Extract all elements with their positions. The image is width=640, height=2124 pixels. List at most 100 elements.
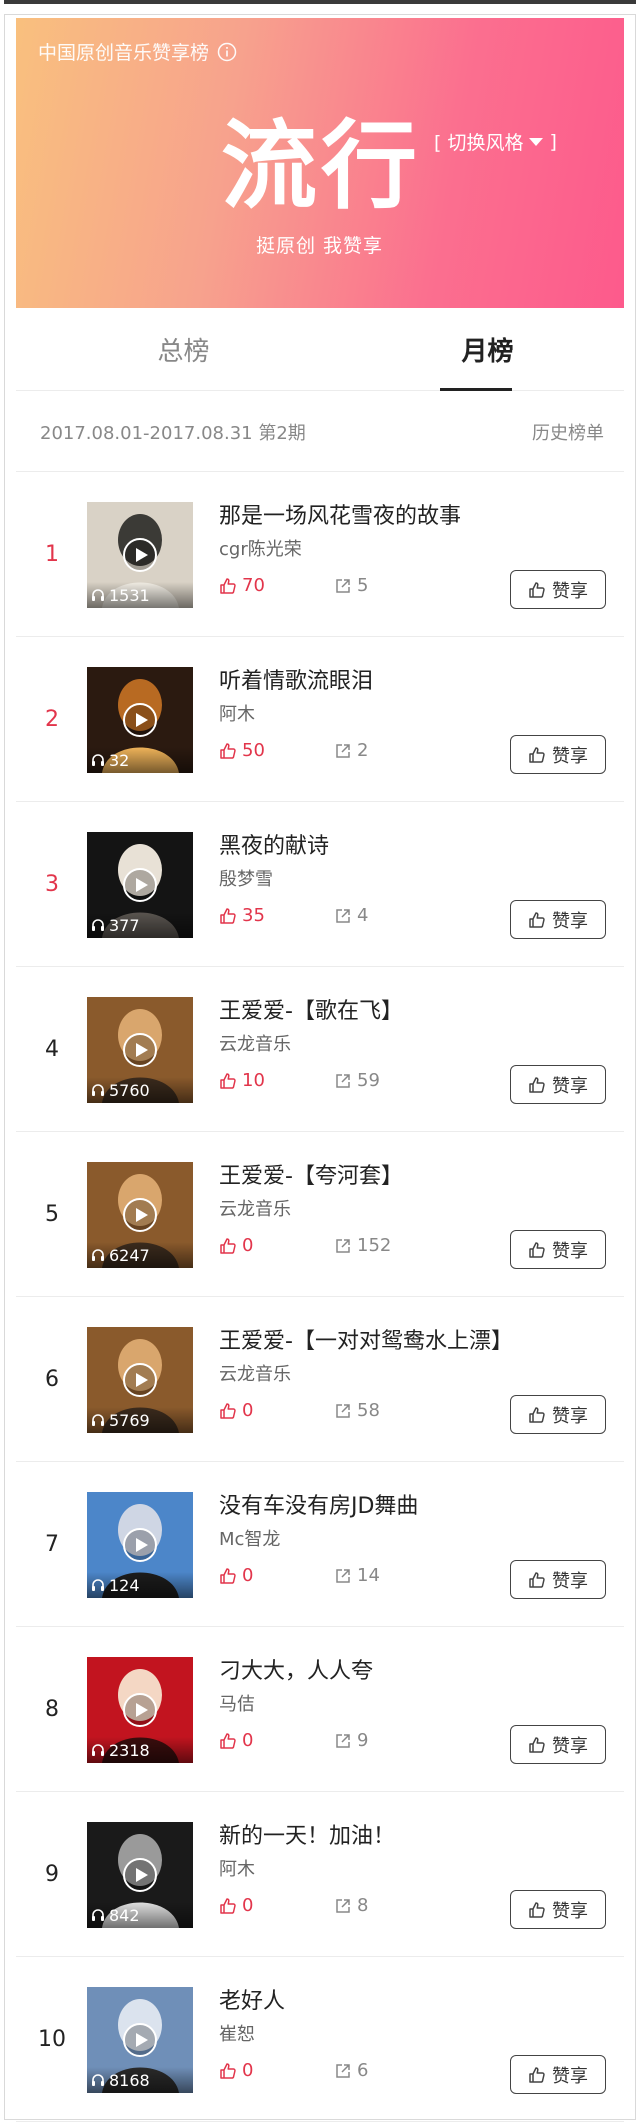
share-count: 2 — [334, 740, 368, 761]
like-share-button[interactable]: 赞享 — [510, 1725, 606, 1764]
history-charts-link[interactable]: 历史榜单 — [532, 419, 604, 445]
play-icon[interactable] — [123, 1033, 157, 1067]
play-icon[interactable] — [123, 1198, 157, 1232]
like-count: 70 — [219, 575, 265, 596]
play-icon[interactable] — [123, 868, 157, 902]
play-count: 32 — [87, 747, 193, 773]
period-text: 2017.08.01-2017.08.31 第2期 — [40, 423, 306, 444]
artist-name[interactable]: 云龙音乐 — [219, 1030, 291, 1056]
artist-name[interactable]: Mc智龙 — [219, 1525, 280, 1551]
song-title[interactable]: 王爱爱-【歌在飞】 — [219, 993, 403, 1025]
play-count-value: 1531 — [109, 585, 150, 605]
play-icon[interactable] — [123, 2023, 157, 2057]
artist-name[interactable]: 马佶 — [219, 1690, 255, 1716]
like-count: 10 — [219, 1070, 265, 1091]
thumbs-up-icon — [219, 1897, 237, 1915]
song-row-1: 1 1531 那是一场风花雪夜的故事 cgr陈光荣 70 5 赞享 — [16, 472, 624, 637]
song-cover[interactable]: 6247 — [87, 1162, 193, 1268]
song-cover[interactable]: 2318 — [87, 1657, 193, 1763]
song-title[interactable]: 那是一场风花雪夜的故事 — [219, 498, 461, 530]
song-cover[interactable]: 124 — [87, 1492, 193, 1598]
like-share-button[interactable]: 赞享 — [510, 2055, 606, 2094]
song-title[interactable]: 黑夜的献诗 — [219, 828, 329, 860]
song-title[interactable]: 王爱爱-【一对对鸳鸯水上漂】 — [219, 1323, 513, 1355]
like-share-button[interactable]: 赞享 — [510, 1890, 606, 1929]
song-cover[interactable]: 377 — [87, 832, 193, 938]
song-cover[interactable]: 1531 — [87, 502, 193, 608]
song-cover[interactable]: 32 — [87, 667, 193, 773]
song-title[interactable]: 新的一天！加油！ — [219, 1818, 395, 1850]
like-share-button[interactable]: 赞享 — [510, 1395, 606, 1434]
thumbs-up-icon — [528, 1241, 546, 1259]
play-count-value: 124 — [109, 1575, 140, 1595]
play-count: 2318 — [87, 1737, 193, 1763]
artist-name[interactable]: cgr陈光荣 — [219, 535, 302, 561]
share-count: 152 — [334, 1235, 391, 1256]
info-icon[interactable] — [217, 42, 237, 62]
rank-number: 1 — [45, 541, 59, 567]
artist-name[interactable]: 崔恕 — [219, 2020, 255, 2046]
play-icon[interactable] — [123, 1858, 157, 1892]
headphone-icon — [91, 1743, 105, 1757]
chart-banner: 中国原创音乐赞享榜 [ 切换风格 ] 流行 挺原创 我赞享 — [16, 18, 624, 308]
like-share-button[interactable]: 赞享 — [510, 735, 606, 774]
song-cover[interactable]: 8168 — [87, 1987, 193, 2093]
like-share-button[interactable]: 赞享 — [510, 1560, 606, 1599]
song-list: 1 1531 那是一场风花雪夜的故事 cgr陈光荣 70 5 赞享 2 32 听… — [16, 472, 624, 2122]
share-count-value: 59 — [357, 1070, 380, 1091]
share-icon — [334, 1567, 352, 1585]
thumbs-up-icon — [219, 577, 237, 595]
like-share-button[interactable]: 赞享 — [510, 570, 606, 609]
play-count-value: 842 — [109, 1905, 140, 1925]
artist-name[interactable]: 云龙音乐 — [219, 1360, 291, 1386]
rank-number: 4 — [45, 1036, 59, 1062]
share-count: 5 — [334, 575, 368, 596]
like-count: 0 — [219, 2060, 253, 2081]
chart-name: 中国原创音乐赞享榜 — [38, 42, 210, 64]
song-cover[interactable]: 842 — [87, 1822, 193, 1928]
rank-number: 9 — [45, 1861, 59, 1887]
switch-style-button[interactable]: [ 切换风格 ] — [434, 128, 557, 155]
caret-down-icon — [529, 137, 544, 146]
share-count-value: 9 — [357, 1730, 369, 1751]
like-button-label: 赞享 — [552, 1240, 588, 1262]
play-icon[interactable] — [123, 1528, 157, 1562]
song-title[interactable]: 王爱爱-【夸河套】 — [219, 1158, 403, 1190]
song-title[interactable]: 老好人 — [219, 1983, 285, 2015]
share-icon — [334, 1732, 352, 1750]
like-share-button[interactable]: 赞享 — [510, 1065, 606, 1104]
play-count: 5760 — [87, 1077, 193, 1103]
share-icon — [334, 1237, 352, 1255]
play-count: 377 — [87, 912, 193, 938]
tab-total[interactable]: 总榜 — [116, 308, 251, 390]
artist-name[interactable]: 云龙音乐 — [219, 1195, 291, 1221]
play-icon[interactable] — [123, 1693, 157, 1727]
like-button-label: 赞享 — [552, 1075, 588, 1097]
play-count: 5769 — [87, 1407, 193, 1433]
thumbs-up-icon — [528, 1076, 546, 1094]
artist-name[interactable]: 阿木 — [219, 1855, 255, 1881]
like-share-button[interactable]: 赞享 — [510, 900, 606, 939]
song-title[interactable]: 没有车没有房JD舞曲 — [219, 1488, 418, 1520]
song-title[interactable]: 刁大大，人人夸 — [219, 1653, 373, 1685]
like-share-button[interactable]: 赞享 — [510, 1230, 606, 1269]
artist-name[interactable]: 殷梦雪 — [219, 865, 273, 891]
banner-slogan: 挺原创 我赞享 — [256, 235, 384, 257]
play-icon[interactable] — [123, 1363, 157, 1397]
artist-name[interactable]: 阿木 — [219, 700, 255, 726]
like-count: 0 — [219, 1400, 253, 1421]
song-title[interactable]: 听着情歌流眼泪 — [219, 663, 373, 695]
share-count-value: 8 — [357, 1895, 369, 1916]
share-count: 9 — [334, 1730, 368, 1751]
like-button-label: 赞享 — [552, 2065, 588, 2087]
song-cover[interactable]: 5760 — [87, 997, 193, 1103]
tab-monthly[interactable]: 月榜 — [420, 308, 555, 390]
like-count: 0 — [219, 1895, 253, 1916]
rank-number: 10 — [38, 2026, 66, 2052]
play-icon[interactable] — [123, 703, 157, 737]
play-icon[interactable] — [123, 538, 157, 572]
switch-style-bracket: ] — [549, 130, 557, 153]
play-count: 1531 — [87, 582, 193, 608]
song-cover[interactable]: 5769 — [87, 1327, 193, 1433]
like-button-label: 赞享 — [552, 1735, 588, 1757]
